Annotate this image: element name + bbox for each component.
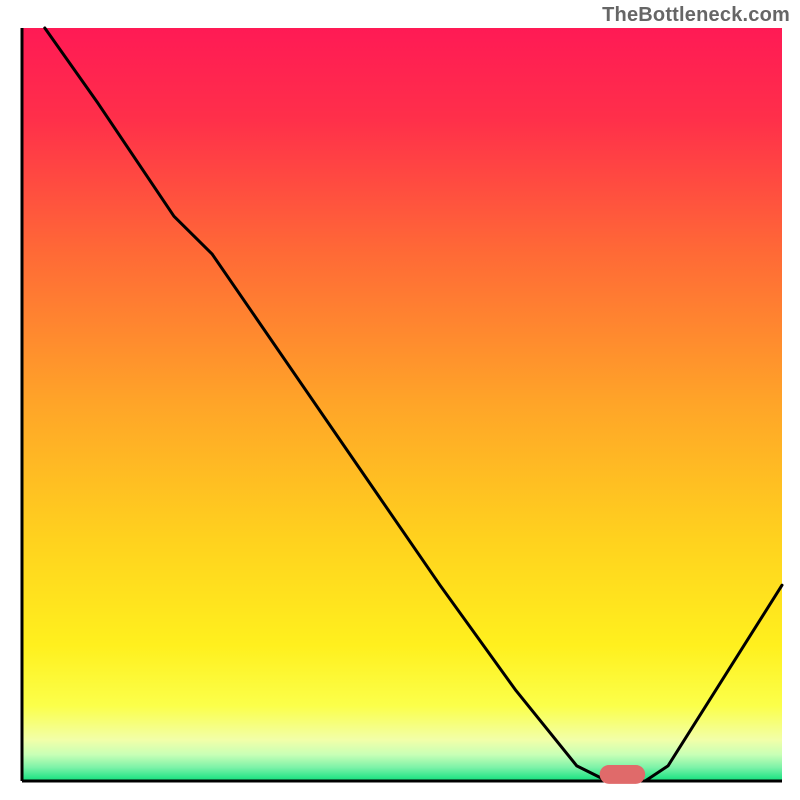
optimum-marker	[600, 765, 646, 784]
chart-container: TheBottleneck.com	[0, 0, 800, 800]
watermark-text: TheBottleneck.com	[602, 4, 790, 27]
plot-background	[22, 28, 782, 781]
bottleneck-chart	[0, 0, 800, 800]
